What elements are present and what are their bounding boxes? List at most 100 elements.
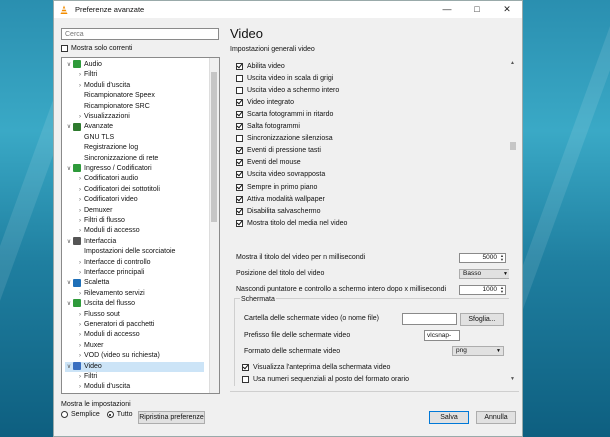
video-option-checkbox[interactable] <box>236 74 243 82</box>
maximize-button[interactable]: □ <box>462 1 492 18</box>
video-option[interactable]: Attiva modalità wallpaper <box>236 194 325 204</box>
video-option-checkbox[interactable] <box>236 135 243 143</box>
browse-button[interactable]: Sfoglia... <box>460 313 504 326</box>
video-option[interactable]: Eventi del mouse <box>236 158 301 168</box>
chevron-down-icon[interactable]: ∨ <box>65 60 73 70</box>
video-option[interactable]: Video integrato <box>236 97 294 107</box>
tree-item[interactable]: Sincronizzazione di rete <box>76 154 204 164</box>
tree-item[interactable]: › Moduli di accesso <box>76 226 204 236</box>
video-option[interactable]: Abilita video <box>236 61 285 71</box>
chevron-right-icon[interactable]: › <box>76 382 84 392</box>
snapshot-prefix-input[interactable]: vlcsnap- <box>424 330 460 341</box>
snapshot-preview-option[interactable]: Visualizza l'anteprima della schermata v… <box>242 362 390 372</box>
chevron-right-icon[interactable]: › <box>76 351 84 361</box>
video-option-checkbox[interactable] <box>236 86 243 94</box>
tree-item[interactable]: › Muxer <box>76 341 204 351</box>
tree-item[interactable]: › Filtri di flusso <box>76 216 204 226</box>
reset-preferences-button[interactable]: Ripristina preferenze <box>138 411 205 424</box>
tree-item[interactable]: ∨ Ingresso / Codificatori <box>65 164 204 174</box>
chevron-right-icon[interactable]: › <box>76 226 84 236</box>
minimize-button[interactable]: — <box>432 1 462 18</box>
tree-item[interactable]: Impostazioni delle scorciatoie <box>76 247 204 257</box>
chevron-right-icon[interactable]: › <box>76 195 84 205</box>
chevron-right-icon[interactable]: › <box>76 258 84 268</box>
tree-item[interactable]: › Rilevamento servizi <box>76 289 204 299</box>
save-button[interactable]: Salva <box>429 411 469 424</box>
tree-item[interactable]: › Codificatori audio <box>76 174 204 184</box>
video-option[interactable]: Disabilita salvaschermo <box>236 206 321 216</box>
tree-item[interactable]: ∨ Interfaccia <box>65 236 204 247</box>
spin-arrows-icon[interactable]: ▲ ▼ <box>500 286 504 294</box>
chevron-down-icon[interactable]: ∨ <box>65 237 73 247</box>
video-option-checkbox[interactable] <box>236 62 243 70</box>
all-radio[interactable] <box>106 411 114 418</box>
video-option[interactable]: Scarta fotogrammi in ritardo <box>236 109 333 119</box>
chevron-right-icon[interactable]: › <box>76 310 84 320</box>
spin-arrows-icon[interactable]: ▲ ▼ <box>500 254 504 262</box>
chevron-right-icon[interactable]: › <box>76 206 84 216</box>
tree-item[interactable]: › Demuxer <box>76 206 204 216</box>
tree-item[interactable]: › Flusso sout <box>76 310 204 320</box>
chevron-right-icon[interactable]: › <box>76 185 84 195</box>
cancel-button[interactable]: Annulla <box>476 411 516 424</box>
tree-item[interactable]: › Visualizzazioni <box>76 112 204 122</box>
snapshot-sequential-option[interactable]: Usa numeri sequenziali al posto del form… <box>242 374 409 384</box>
snapshot-sequential-checkbox[interactable] <box>242 375 249 383</box>
chevron-down-icon[interactable]: ∨ <box>65 299 73 309</box>
simple-radio[interactable] <box>61 411 68 418</box>
settings-scrollbar[interactable]: ▲ ▼ <box>509 58 518 386</box>
video-option[interactable]: Uscita video a schermo intero <box>236 85 339 95</box>
scroll-down-icon[interactable]: ▼ <box>510 376 515 382</box>
video-option-checkbox[interactable] <box>236 219 243 227</box>
snapshot-dir-input[interactable] <box>402 313 457 325</box>
chevron-right-icon[interactable]: › <box>76 268 84 278</box>
tree-item[interactable]: › Filtri <box>76 70 204 80</box>
video-option-checkbox[interactable] <box>236 195 243 203</box>
tree-scrollbar[interactable] <box>209 58 219 393</box>
tree-item[interactable]: › Generatori di pacchetti <box>76 320 204 330</box>
video-option-checkbox[interactable] <box>236 207 243 215</box>
tree-item[interactable]: ∨ Scaletta <box>65 278 204 288</box>
video-option[interactable]: Sempre in primo piano <box>236 182 317 192</box>
tree-item[interactable]: Registrazione log <box>76 143 204 153</box>
tree-item[interactable]: › Codificatori video <box>76 195 204 205</box>
chevron-right-icon[interactable]: › <box>76 81 84 91</box>
tree-scrollbar-thumb[interactable] <box>211 72 217 222</box>
chevron-down-icon[interactable]: ∨ <box>65 362 73 372</box>
show-current-only[interactable]: Mostra solo correnti <box>61 45 132 52</box>
tree-item[interactable]: ∨ Video <box>65 361 204 372</box>
chevron-down-icon[interactable]: ∨ <box>65 278 73 288</box>
chevron-right-icon[interactable]: › <box>76 70 84 80</box>
tree-item[interactable]: › VOD (video su richiesta) <box>76 351 204 361</box>
tree-item[interactable]: › Interfacce di controllo <box>76 258 204 268</box>
chevron-right-icon[interactable]: › <box>76 341 84 351</box>
snapshot-format-select[interactable]: png ▼ <box>452 346 504 356</box>
video-option-checkbox[interactable] <box>236 147 243 155</box>
title-position-select[interactable]: Basso ▼ <box>459 269 511 279</box>
tree-item[interactable]: › Moduli d'uscita <box>76 382 204 392</box>
chevron-right-icon[interactable]: › <box>76 112 84 122</box>
tree-item[interactable]: › Moduli d'uscita <box>76 81 204 91</box>
tree-item[interactable]: ∨ Audio <box>65 60 204 70</box>
video-option[interactable]: Salta fotogrammi <box>236 122 300 132</box>
tree-item[interactable]: › Interfacce principali <box>76 268 204 278</box>
chevron-down-icon[interactable]: ∨ <box>65 164 73 174</box>
chevron-down-icon[interactable]: ∨ <box>65 122 73 132</box>
tree-item[interactable]: Ricampionatore SRC <box>76 102 204 112</box>
hide-cursor-spinbox[interactable]: 1000 ▲ ▼ <box>459 285 506 295</box>
tree-item[interactable]: Ricampionatore Speex <box>76 91 204 101</box>
tree-item[interactable]: ∨ Avanzate <box>65 122 204 132</box>
settings-scrollbar-thumb[interactable] <box>510 142 516 150</box>
video-option[interactable]: Sincronizzazione silenziosa <box>236 134 333 144</box>
close-button[interactable]: ✕ <box>492 1 522 18</box>
video-option-checkbox[interactable] <box>236 123 243 130</box>
scroll-up-icon[interactable]: ▲ <box>510 60 515 66</box>
chevron-right-icon[interactable]: › <box>76 174 84 184</box>
search-input[interactable] <box>61 28 219 40</box>
video-option-checkbox[interactable] <box>236 183 243 191</box>
tree-item[interactable]: › Moduli di accesso <box>76 330 204 340</box>
show-current-only-checkbox[interactable] <box>61 45 68 52</box>
video-option-checkbox[interactable] <box>236 171 243 179</box>
video-option[interactable]: Eventi di pressione tasti <box>236 146 321 156</box>
chevron-right-icon[interactable]: › <box>76 320 84 330</box>
